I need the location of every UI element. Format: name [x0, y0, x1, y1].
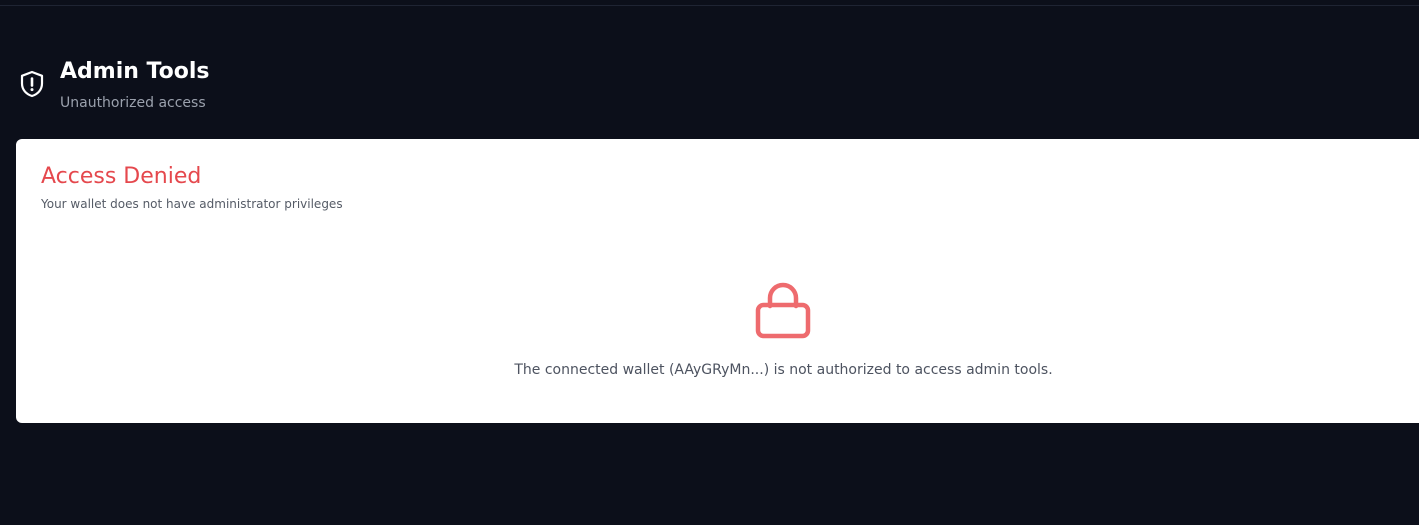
card-description: Your wallet does not have administrator … [41, 197, 343, 211]
page-header: Admin Tools Unauthorized access [17, 58, 210, 112]
page-title: Admin Tools [60, 59, 210, 84]
lock-icon [755, 282, 811, 339]
header-text: Admin Tools Unauthorized access [60, 58, 210, 112]
page-subtitle: Unauthorized access [60, 95, 206, 111]
card-title: Access Denied [41, 164, 202, 189]
top-divider [0, 0, 1419, 6]
access-denied-card: Access Denied Your wallet does not have … [16, 139, 1419, 423]
access-denied-message: The connected wallet (AAyGRyMn...) is no… [514, 362, 1053, 378]
shield-alert-icon [20, 70, 44, 98]
